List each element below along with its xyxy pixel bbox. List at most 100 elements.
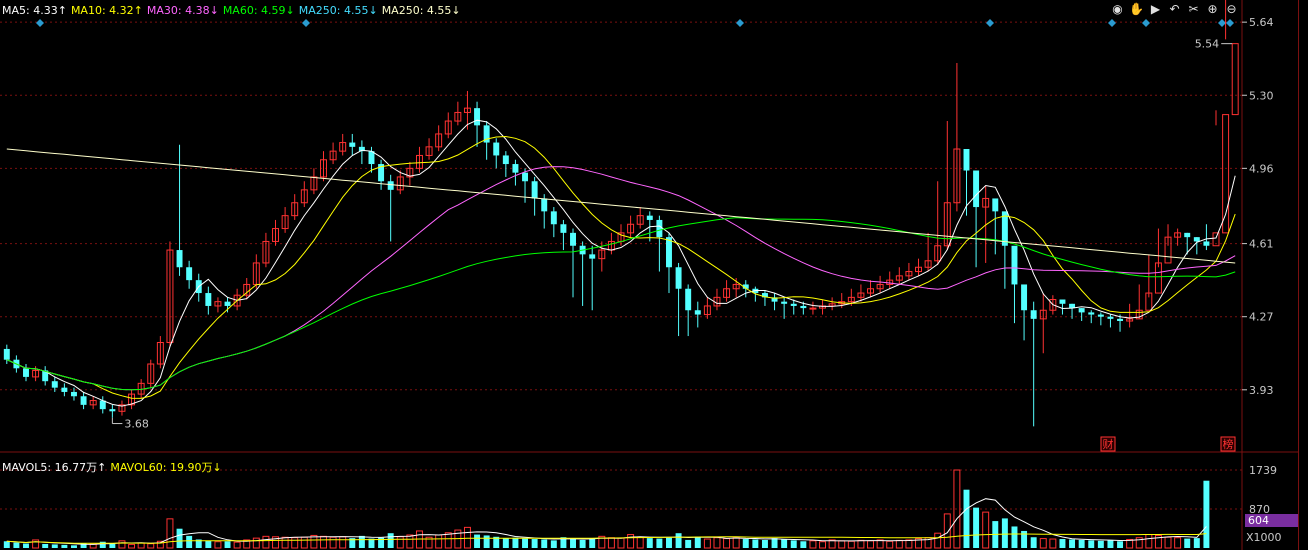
high-annotation: 5.54 (1195, 38, 1220, 51)
candle (1078, 308, 1085, 321)
candle-body (522, 172, 529, 182)
candle (89, 396, 97, 410)
candle (23, 364, 29, 382)
candle (272, 219, 279, 246)
volume-bar (943, 513, 951, 549)
zoom-in-icon[interactable]: ⊕ (1204, 1, 1221, 18)
volume-bar (118, 540, 126, 549)
candle-body (560, 224, 567, 233)
candle (895, 267, 903, 285)
candle-body (541, 198, 548, 212)
y-tick-label: 4.96 (1249, 162, 1274, 175)
volume-bar (1097, 540, 1104, 548)
candle (790, 299, 797, 315)
candle-body (224, 301, 231, 306)
candle (876, 275, 884, 294)
candle (329, 142, 337, 165)
right-side-panel[interactable] (1298, 0, 1308, 550)
event-diamond-icon (1218, 19, 1226, 27)
volume-bar (732, 537, 740, 549)
volume-bar (1164, 536, 1172, 549)
volume-bar (934, 532, 942, 549)
candle (42, 366, 49, 386)
event-marker: 财 (1100, 436, 1116, 452)
candle (1059, 299, 1066, 315)
candle (339, 133, 347, 156)
volume-ma-legend: MAVOL5: 16.77万↑ MAVOL60: 19.90万↓ (2, 459, 226, 475)
volume-bar (675, 533, 682, 548)
ma250-line (6, 148, 1236, 264)
candle-body (1184, 232, 1191, 238)
volume-bar (252, 537, 260, 549)
volume-bar (550, 540, 557, 548)
candle (128, 389, 136, 410)
candle (570, 228, 576, 298)
candle-body (1203, 241, 1210, 246)
candle (1021, 284, 1028, 341)
y-tick-label: 4.61 (1249, 238, 1274, 251)
candle (703, 297, 711, 319)
candle (1193, 237, 1200, 255)
event-diamond-icon (1142, 19, 1150, 27)
candle-body (790, 303, 797, 306)
volume-bar (656, 538, 663, 548)
candle (1069, 303, 1076, 319)
volume-bar (589, 539, 596, 548)
volume-bar (42, 543, 49, 548)
volume-bar (1039, 538, 1047, 549)
candle-body (387, 181, 394, 190)
price-legend-item-4: MA250: 4.55↓ (298, 4, 378, 17)
volume-bar (886, 540, 894, 549)
zoom-out-icon[interactable]: ⊖ (1223, 1, 1240, 18)
candle (310, 168, 318, 195)
candle-body (3, 348, 10, 360)
candle-body (176, 250, 183, 268)
volume-bar (329, 536, 337, 549)
volume-bar (214, 541, 222, 549)
candle-body (1231, 43, 1239, 116)
candle (406, 161, 414, 186)
volume-bar (483, 535, 490, 548)
candle (973, 170, 980, 268)
candle (1039, 293, 1047, 354)
volume-bar (320, 535, 327, 549)
low-annotation: 3.68 (124, 418, 149, 431)
event-diamond-icon (302, 19, 310, 27)
candle (828, 297, 836, 311)
volume-bar (474, 534, 481, 548)
undo-icon[interactable]: ↶ (1166, 1, 1183, 18)
candle (857, 284, 865, 302)
volume-bar (1117, 541, 1124, 548)
hand-icon[interactable]: ✋ (1128, 1, 1145, 18)
volume-bar (847, 540, 855, 549)
volume-bar (339, 536, 347, 549)
candle (1001, 211, 1008, 289)
volume-bar (1088, 540, 1095, 548)
volume-selected-label: 604 (1245, 514, 1298, 527)
scissors-icon[interactable]: ✂ (1185, 1, 1202, 18)
event-diamond-icon (736, 19, 744, 27)
candle (550, 207, 557, 238)
volume-bar (32, 539, 40, 549)
candle (156, 336, 164, 369)
play-icon[interactable]: ▶ (1147, 1, 1164, 18)
candle-body (1078, 308, 1085, 313)
candle (262, 232, 270, 268)
volume-bar (1107, 539, 1114, 548)
candle (1107, 314, 1114, 328)
candle (1011, 245, 1018, 324)
volume-bar (607, 537, 615, 549)
candle-body (109, 409, 116, 412)
candle (435, 125, 443, 152)
volume-bar (1193, 538, 1200, 548)
volume-bar (771, 538, 778, 548)
volume-bar (867, 540, 874, 549)
candle (186, 260, 193, 289)
candle-body (963, 149, 970, 171)
candle-body (550, 211, 557, 225)
y-tick-label: 3.93 (1249, 384, 1274, 397)
volume-bar (444, 532, 452, 549)
eye-icon[interactable]: ◉ (1109, 1, 1126, 18)
volume-bar (685, 539, 692, 548)
candle-body (368, 151, 375, 165)
